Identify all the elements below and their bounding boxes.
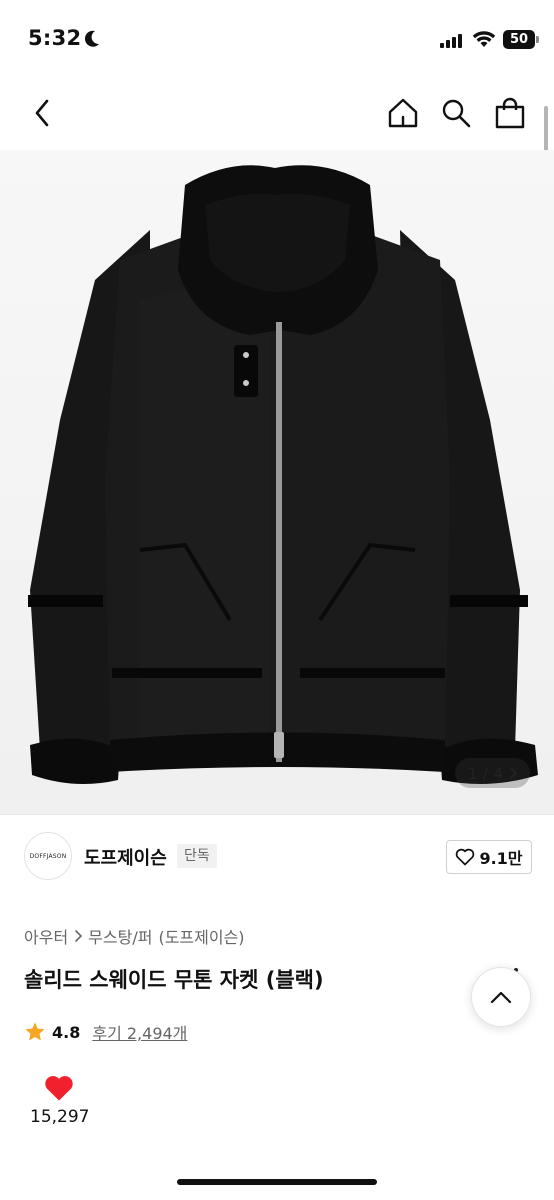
search-icon: [442, 99, 471, 128]
brand-logo-text: DOFFJASON: [29, 852, 67, 860]
battery-tip: [536, 36, 539, 43]
brand-row: DOFFJASON 도프제이슨 단독 9.1만: [0, 830, 554, 882]
status-time: 5:32: [28, 26, 82, 50]
brand-name[interactable]: 도프제이슨: [84, 844, 167, 870]
scroll-to-top-button[interactable]: [471, 967, 531, 1027]
search-button[interactable]: [436, 93, 476, 133]
rating-value: 4.8: [52, 1022, 81, 1042]
breadcrumb-item-brand[interactable]: (도프제이슨): [158, 924, 244, 948]
chevron-left-icon: [35, 99, 49, 127]
signal-icon: [440, 34, 462, 48]
image-counter[interactable]: 1 / 4: [455, 758, 530, 788]
breadcrumb-item-category[interactable]: 무스탕/퍼: [88, 924, 152, 948]
product-title: 솔리드 스웨이드 무톤 자켓 (블랙): [24, 968, 324, 992]
home-button[interactable]: [383, 93, 423, 133]
shopping-bag-icon: [495, 97, 525, 129]
divider: [0, 814, 554, 815]
image-counter-text: 1 / 4: [467, 763, 504, 783]
brand-logo[interactable]: DOFFJASON: [24, 832, 72, 880]
cart-button[interactable]: [490, 93, 530, 133]
product-image-carousel[interactable]: 1 / 4: [0, 150, 554, 814]
jacket-image: [28, 165, 538, 784]
heart-icon: [45, 1076, 73, 1101]
brand-like-button[interactable]: 9.1만: [446, 840, 532, 874]
back-button[interactable]: [22, 93, 62, 133]
chevron-right-icon: [75, 930, 83, 942]
breadcrumb: 아우터 무스탕/퍼 (도프제이슨): [24, 924, 245, 948]
home-indicator: [177, 1179, 377, 1185]
wifi-icon: [472, 31, 496, 47]
rating-row: 4.8 후기 2,494개: [24, 1020, 187, 1044]
star-icon: [25, 1022, 45, 1041]
home-icon: [388, 98, 418, 128]
wishlist-button[interactable]: [43, 1074, 75, 1106]
heart-outline-icon: [456, 848, 475, 866]
nav-bar: [0, 80, 554, 150]
battery-indicator: 50: [503, 30, 535, 49]
brand-like-count: 9.1만: [479, 849, 523, 868]
moon-icon: [84, 30, 99, 47]
status-bar: 5:32 50: [0, 0, 554, 80]
breadcrumb-item-outer[interactable]: 아우터: [24, 924, 68, 948]
exclusive-badge: 단독: [177, 844, 217, 868]
wishlist-count: 15,297: [30, 1107, 90, 1127]
chevron-right-icon: [510, 767, 518, 779]
review-link[interactable]: 후기 2,494개: [92, 1020, 187, 1044]
chevron-up-icon: [490, 991, 512, 1004]
